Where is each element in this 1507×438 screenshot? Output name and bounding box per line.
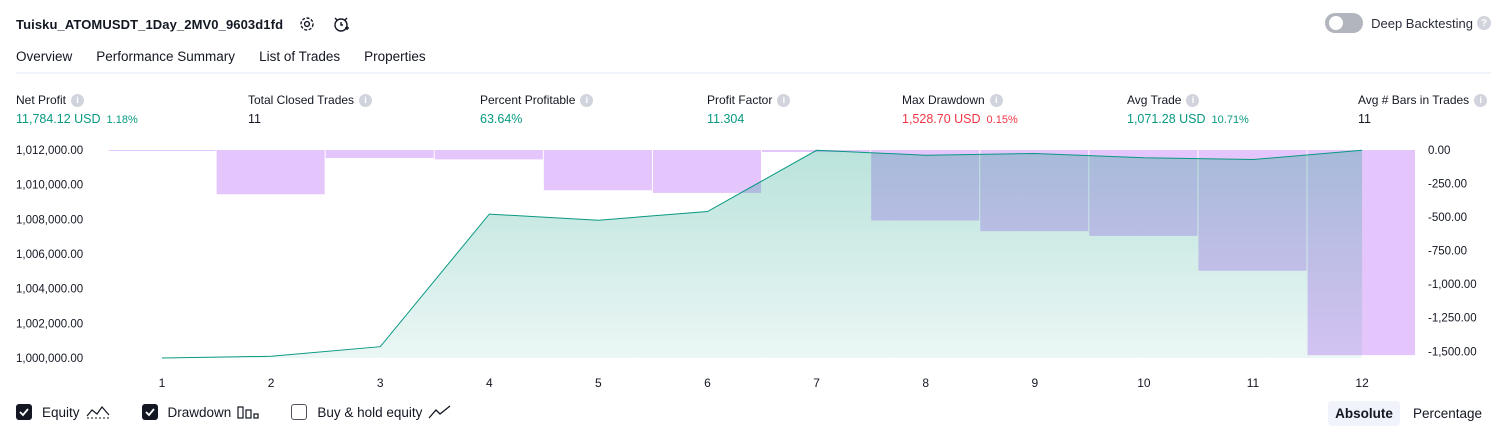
x-axis-tick-label: 4: [486, 376, 493, 390]
left-axis-tick-label: 1,006,000.00: [16, 249, 83, 261]
metric-label: Total Closed Trades: [248, 93, 355, 107]
drawdown-bar: [325, 150, 434, 159]
metric-value: 63.64%: [480, 112, 523, 126]
left-axis-tick-label: 1,004,000.00: [16, 284, 83, 296]
metric-total-closed-trades: Total Closed Trades i 11: [248, 93, 373, 126]
metric-value: 1,528.70 USD: [902, 112, 981, 126]
info-icon[interactable]: i: [1474, 93, 1488, 107]
left-axis-tick-label: 1,012,000.00: [16, 145, 83, 157]
drawdown-bar: [434, 150, 543, 160]
tab-divider: [16, 72, 1491, 74]
legend-label: Drawdown: [167, 404, 232, 420]
tab-properties[interactable]: Properties: [364, 46, 426, 74]
x-axis-tick-label: 5: [595, 376, 602, 390]
right-axis-tick-label: -250.00: [1428, 179, 1467, 191]
metric-net-profit: Net Profit i 11,784.12 USD 1.18%: [16, 93, 138, 126]
info-icon[interactable]: i: [989, 93, 1003, 107]
checkbox-unchecked-icon[interactable]: [291, 404, 308, 420]
strategy-header: Tuisku_ATOMUSDT_1Day_2MV0_9603d1fd: [16, 12, 351, 36]
metric-profit-factor: Profit Factor i 11.304: [707, 93, 791, 126]
right-axis-tick-label: -500.00: [1428, 212, 1467, 224]
strategy-title: Tuisku_ATOMUSDT_1Day_2MV0_9603d1fd: [16, 16, 284, 32]
add-alert-icon[interactable]: [331, 14, 351, 34]
metric-value: 11.304: [707, 112, 745, 126]
x-axis-tick-label: 12: [1355, 376, 1369, 390]
info-icon[interactable]: i: [580, 93, 594, 107]
x-axis-tick-label: 8: [922, 376, 929, 390]
x-axis-tick-label: 1: [159, 376, 166, 390]
left-axis-tick-label: 1,010,000.00: [16, 180, 83, 192]
equity-drawdown-chart[interactable]: 1,012,000.00 1,010,000.00 1,008,000.00 1,00…: [0, 136, 1507, 396]
right-axis-tick-label: 0.00: [1428, 145, 1450, 157]
mode-percentage-button[interactable]: Percentage: [1406, 401, 1489, 426]
metric-percent: 1.18%: [106, 114, 138, 126]
metric-max-drawdown: Max Drawdown i 1,528.70 USD 0.15%: [902, 93, 1018, 126]
info-icon[interactable]: i: [1186, 93, 1200, 107]
mode-absolute-button[interactable]: Absolute: [1328, 401, 1400, 426]
info-icon[interactable]: i: [71, 93, 85, 107]
drawdown-bar: [652, 150, 762, 193]
metric-label: Profit Factor: [707, 93, 773, 107]
left-axis-tick-label: 1,000,000.00: [16, 353, 83, 365]
metric-value: 11: [1358, 112, 1371, 126]
right-axis-tick-label: -1,250.00: [1428, 313, 1477, 325]
tab-list-of-trades[interactable]: List of Trades: [259, 46, 340, 74]
right-axis-tick-label: -1,500.00: [1428, 346, 1477, 358]
help-icon[interactable]: ?: [1477, 16, 1491, 30]
drawdown-bar: [216, 150, 325, 195]
metric-label: Net Profit: [16, 93, 67, 107]
info-icon[interactable]: i: [777, 93, 791, 107]
drawdown-bar: [543, 150, 652, 191]
buy-hold-line-icon: [428, 404, 452, 420]
drawdown-bar: [109, 150, 216, 151]
legend-equity[interactable]: Equity: [16, 404, 110, 420]
deep-backtesting: Deep Backtesting ?: [1325, 13, 1491, 33]
legend-buy-hold[interactable]: Buy & hold equity: [291, 404, 452, 420]
metric-label: Avg Trade: [1127, 93, 1182, 107]
x-axis-tick-label: 7: [813, 376, 820, 390]
gear-icon[interactable]: [297, 14, 317, 34]
left-axis-tick-label: 1,008,000.00: [16, 214, 83, 226]
deep-backtesting-toggle[interactable]: [1325, 13, 1364, 33]
x-axis-tick-label: 3: [377, 376, 384, 390]
x-axis-tick-label: 11: [1247, 376, 1260, 390]
x-axis-tick-label: 6: [704, 376, 711, 390]
legend-label: Buy & hold equity: [317, 404, 423, 420]
metric-avg-bars-in-trades: Avg # Bars in Trades i 11: [1358, 93, 1488, 126]
tab-performance-summary[interactable]: Performance Summary: [96, 46, 235, 74]
deep-backtesting-label: Deep Backtesting: [1371, 15, 1473, 31]
mode-switch: Absolute Percentage: [1322, 401, 1489, 426]
metric-percent: 0.15%: [986, 114, 1018, 126]
metric-value: 1,071.28 USD: [1127, 112, 1206, 126]
right-axis-tick-label: -1,000.00: [1428, 279, 1477, 291]
metric-value: 11,784.12 USD: [16, 112, 101, 126]
x-axis-tick-label: 2: [268, 376, 275, 390]
equity-line-icon: [86, 404, 110, 420]
metric-label: Avg # Bars in Trades: [1358, 93, 1470, 107]
left-axis-tick-label: 1,002,000.00: [16, 318, 83, 330]
info-icon[interactable]: i: [359, 93, 373, 107]
right-axis-tick-label: -750.00: [1428, 246, 1467, 258]
metric-avg-trade: Avg Trade i 1,071.28 USD 10.71%: [1127, 93, 1249, 126]
tab-bar: Overview Performance Summary List of Tra…: [16, 46, 450, 74]
metric-value: 11: [248, 112, 261, 126]
metric-label: Percent Profitable: [480, 93, 576, 107]
legend-drawdown[interactable]: Drawdown: [141, 404, 260, 420]
toggle-knob: [1329, 16, 1344, 30]
x-axis-tick-label: 9: [1031, 376, 1038, 390]
legend-label: Equity: [42, 404, 80, 420]
x-axis-tick-label: 10: [1137, 376, 1151, 390]
chart-legend: Equity Drawdown Buy & hold equity: [16, 404, 484, 420]
tab-overview[interactable]: Overview: [16, 46, 72, 74]
metric-label: Max Drawdown: [902, 93, 985, 107]
metric-percent-profitable: Percent Profitable i 63.64%: [480, 93, 594, 126]
drawdown-bars-icon: [237, 404, 259, 420]
checkbox-checked-icon[interactable]: [16, 404, 32, 420]
checkbox-checked-icon[interactable]: [141, 404, 158, 420]
metric-percent: 10.71%: [1211, 114, 1249, 126]
